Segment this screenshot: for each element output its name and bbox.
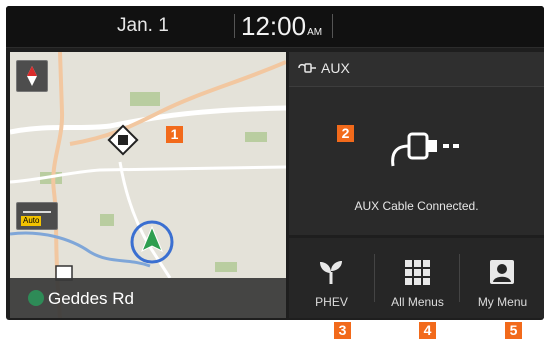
callout-4: 4 (419, 322, 436, 339)
clock-ampm: AM (307, 27, 323, 38)
status-bar: Jan. 1 12:00AM (6, 6, 544, 48)
grid-icon (405, 260, 430, 285)
route-shield-inner (118, 135, 128, 145)
status-divider (234, 14, 235, 38)
aux-plug-icon (298, 63, 316, 73)
all-menus-label: All Menus (391, 295, 444, 309)
media-panel[interactable]: AUX 2 AUX Cable Connected. (289, 52, 544, 235)
sprout-icon (320, 261, 342, 284)
aux-status-text: AUX Cable Connected. (354, 199, 479, 213)
north-compass-icon (27, 66, 37, 86)
park-area (215, 262, 237, 272)
media-source-header[interactable]: AUX (289, 52, 544, 87)
park-area (245, 132, 267, 142)
callout-1: 1 (166, 126, 183, 143)
park-area (130, 92, 160, 106)
clock-time: 12:00 (241, 11, 307, 41)
clock-display: 12:00AM (241, 11, 322, 42)
status-divider (332, 14, 333, 38)
all-menus-button[interactable]: All Menus (375, 238, 460, 318)
head-unit-screen: Jan. 1 12:00AM Auto Geddes Rd 1 AUX 2 AU… (6, 6, 544, 320)
current-road-name: Geddes Rd (48, 289, 134, 308)
navigation-map[interactable]: Auto Geddes Rd 1 (10, 52, 286, 318)
auto-badge: Auto (21, 216, 42, 226)
my-menu-label: My Menu (477, 295, 528, 309)
callout-2: 2 (337, 125, 354, 142)
quick-menu-bar: PHEV All Menus My Menu (289, 238, 544, 318)
callout-3: 3 (334, 322, 351, 339)
date-display: Jan. 1 (117, 15, 169, 36)
user-icon (490, 260, 514, 284)
aux-cable-icon (391, 132, 459, 167)
current-road-bar: Geddes Rd (10, 278, 286, 318)
road-marker-icon (28, 290, 44, 306)
phev-button[interactable]: PHEV (289, 238, 374, 318)
phev-label: PHEV (315, 295, 348, 309)
compass-button[interactable] (16, 60, 48, 92)
my-menu-button[interactable]: My Menu (460, 238, 544, 318)
auto-zoom-button[interactable]: Auto (16, 202, 58, 230)
media-source-label: AUX (321, 60, 350, 76)
park-area (100, 214, 114, 226)
callout-5: 5 (505, 322, 522, 339)
